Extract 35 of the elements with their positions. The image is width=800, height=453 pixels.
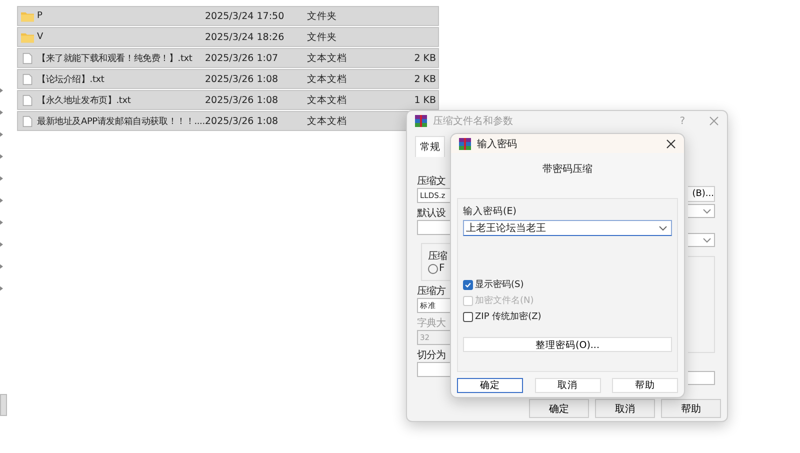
group-label: 压缩 xyxy=(428,250,448,263)
file-size: 2 KB xyxy=(414,52,436,64)
dialog-heading: 带密码压缩 xyxy=(542,162,594,176)
radio-label: F xyxy=(439,263,445,274)
file-date: 2025/3/24 18:26 xyxy=(205,32,286,42)
file-type: 文件夹 xyxy=(307,10,338,22)
file-date: 2025/3/26 1:08 xyxy=(205,94,280,106)
file-name: 【永久地址发布页】.txt xyxy=(37,94,131,106)
checkbox-label: ZIP 传统加密(Z) xyxy=(475,310,542,323)
file-name: P xyxy=(37,11,42,21)
file-type: 文本文档 xyxy=(307,72,348,86)
file-name: V xyxy=(37,32,43,42)
checkbox-label: 显示密码(S) xyxy=(475,278,524,291)
file-date: 2025/3/26 1:08 xyxy=(205,116,280,126)
field-label: 输入密码(E) xyxy=(463,205,518,218)
file-date: 2025/3/26 1:08 xyxy=(205,74,280,84)
file-size: 2 KB xyxy=(414,74,436,84)
field-label: 压缩文 xyxy=(417,175,446,188)
file-date: 2025/3/26 1:07 xyxy=(205,52,280,64)
field-label: 切分为 xyxy=(417,349,446,362)
field-label: 字典大 xyxy=(417,317,446,330)
file-size: 1 KB xyxy=(414,94,436,106)
window-title: 输入密码 xyxy=(477,138,517,150)
file-type: 文本文档 xyxy=(307,94,348,106)
file-date: 2025/3/24 17:50 xyxy=(205,10,286,22)
checkbox-label: 加密文件名(N) xyxy=(475,294,534,307)
file-type: 文本文档 xyxy=(307,52,348,64)
password-value: 上老王论坛当老王 xyxy=(466,222,546,235)
field-label: 压缩方 xyxy=(417,285,446,298)
file-type: 文本文档 xyxy=(307,114,348,128)
file-name: 【论坛介绍】.txt xyxy=(37,74,104,86)
field-label: 默认设 xyxy=(417,207,446,220)
file-name: 最新地址及APP请发邮箱自动获取！！！.... xyxy=(37,116,205,128)
file-type: 文件夹 xyxy=(307,30,338,44)
file-name: 【来了就能下载和观看！纯免费！】.txt xyxy=(37,52,192,64)
